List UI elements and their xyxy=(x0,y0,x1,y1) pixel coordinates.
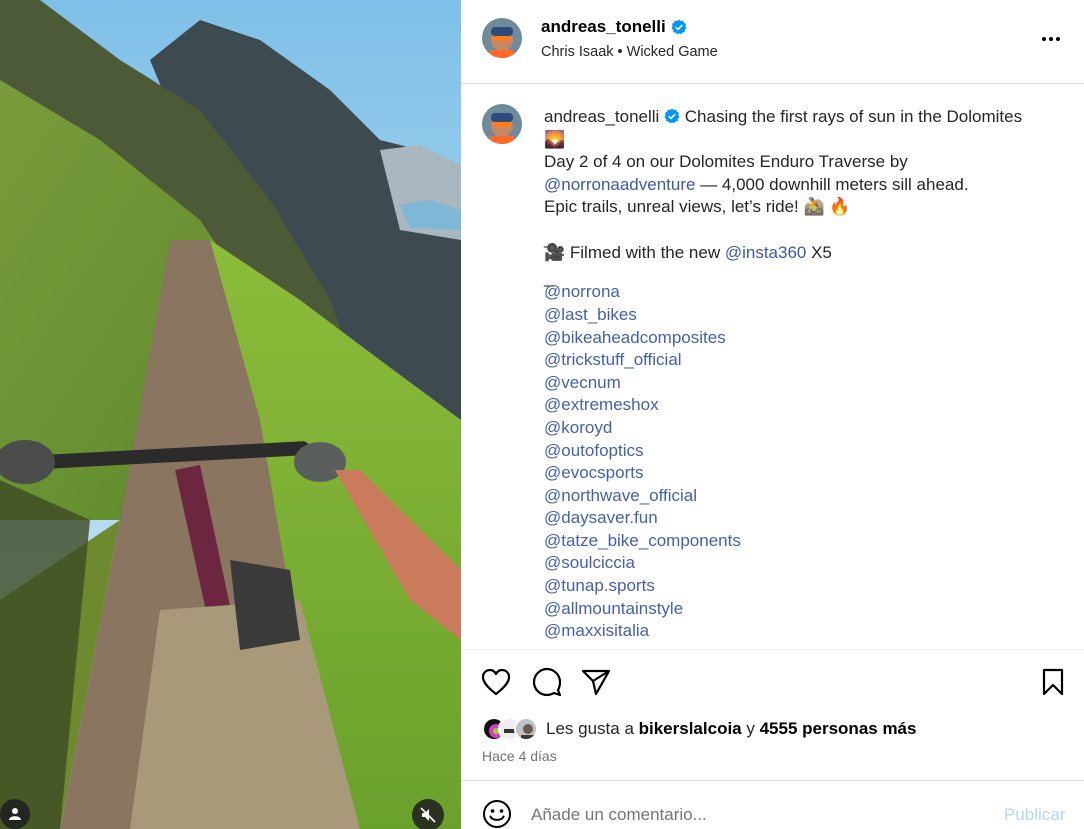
author-username[interactable]: andreas_tonelli xyxy=(541,17,687,37)
mention-link[interactable]: @maxxisitalia xyxy=(544,620,1054,643)
more-options-button[interactable] xyxy=(1039,27,1063,51)
post-actions: Les gusta a bikerslalcoia y 4555 persona… xyxy=(461,649,1084,781)
emoji-button[interactable] xyxy=(482,799,512,829)
mention-link[interactable]: @tatze_bike_components xyxy=(544,530,1054,553)
likes-prefix: Les gusta a xyxy=(546,719,639,738)
caption-line-4: Epic trails, unreal views, let’s ride! 🚵… xyxy=(544,197,851,217)
verified-badge-icon xyxy=(671,19,687,35)
comment-button[interactable] xyxy=(532,667,562,697)
mention-link[interactable]: @extremeshox xyxy=(544,394,1054,417)
caption-author-avatar[interactable] xyxy=(482,104,522,144)
person-icon xyxy=(9,808,21,820)
mention-link[interactable]: @koroyd xyxy=(544,417,1054,440)
emoji-smile-icon xyxy=(483,800,511,828)
mention-link[interactable]: @bikeaheadcomposites xyxy=(544,327,1054,350)
caption-line-2: Day 2 of 4 on our Dolomites Enduro Trave… xyxy=(544,152,908,172)
avatar-image xyxy=(482,104,522,144)
likes-text: Les gusta a bikerslalcoia y 4555 persona… xyxy=(546,719,916,739)
caption-username[interactable]: andreas_tonelli xyxy=(544,107,659,126)
verified-badge-icon xyxy=(664,108,680,124)
filmed-prefix: 🎥 Filmed with the new xyxy=(544,243,725,263)
post-header: andreas_tonelli Chris Isaak • Wicked Gam… xyxy=(461,0,1084,84)
mention-link[interactable]: @last_bikes xyxy=(544,304,1054,327)
sunrise-emoji: 🌄 xyxy=(544,129,566,149)
likes-conjunction: y xyxy=(741,719,760,738)
post-panel: andreas_tonelli Chris Isaak • Wicked Gam… xyxy=(461,0,1084,829)
audio-track[interactable]: Chris Isaak • Wicked Game xyxy=(541,44,718,60)
send-icon xyxy=(581,669,611,696)
liker-avatar[interactable] xyxy=(514,717,538,741)
mention-link[interactable]: @insta360 xyxy=(725,243,807,262)
mention-link[interactable]: @northwave_official xyxy=(544,485,1054,508)
mention-link[interactable]: @outofoptics xyxy=(544,440,1054,463)
mention-link[interactable]: @soulciccia xyxy=(544,552,1054,575)
author-username-text[interactable]: andreas_tonelli xyxy=(541,17,666,37)
mention-link[interactable]: @norrona xyxy=(544,281,1054,304)
caption-section: andreas_tonelli Chasing the first rays o… xyxy=(461,84,1084,649)
share-button[interactable] xyxy=(581,667,611,697)
filmed-suffix: X5 xyxy=(806,243,832,263)
caption-text: andreas_tonelli Chasing the first rays o… xyxy=(544,106,1054,643)
avatar-image xyxy=(516,719,536,739)
likes-count[interactable]: 4555 personas más xyxy=(760,719,917,738)
avatar-image xyxy=(482,18,522,58)
mute-button[interactable] xyxy=(412,799,444,829)
heart-icon xyxy=(481,668,511,696)
save-button[interactable] xyxy=(1038,667,1068,697)
author-avatar[interactable] xyxy=(482,18,522,58)
mention-link[interactable]: @allmountainstyle xyxy=(544,598,1054,621)
likes-summary: Les gusta a bikerslalcoia y 4555 persona… xyxy=(482,717,916,741)
more-horizontal-icon xyxy=(1042,37,1060,41)
post-video[interactable] xyxy=(0,0,461,829)
publish-button[interactable]: Publicar xyxy=(1004,805,1065,825)
comment-input[interactable] xyxy=(531,805,981,825)
mention-link[interactable]: @norronaadventure xyxy=(544,175,695,194)
caption-line-1: Chasing the first rays of sun in the Dol… xyxy=(684,107,1023,126)
comment-icon xyxy=(532,667,562,697)
tagged-people-button[interactable] xyxy=(0,799,30,829)
mention-link[interactable]: @tunap.sports xyxy=(544,575,1054,598)
bookmark-icon xyxy=(1042,668,1064,696)
mention-link[interactable]: @daysaver.fun xyxy=(544,507,1054,530)
mention-link[interactable]: @evocsports xyxy=(544,462,1054,485)
comment-bar: Publicar xyxy=(461,781,1084,829)
liker-username[interactable]: bikerslalcoia xyxy=(639,719,742,738)
mention-list: @norrona @last_bikes @bikeaheadcomposites @… xyxy=(544,281,1054,643)
caption-line-3: — 4,000 downhill meters sill ahead. xyxy=(695,174,969,194)
post-timestamp[interactable]: Hace 4 días xyxy=(482,748,557,764)
mention-link[interactable]: @trickstuff_official xyxy=(544,349,1054,372)
video-frame xyxy=(0,0,461,829)
mention-link[interactable]: @vecnum xyxy=(544,372,1054,395)
muted-speaker-icon xyxy=(420,807,436,823)
like-button[interactable] xyxy=(481,667,511,697)
